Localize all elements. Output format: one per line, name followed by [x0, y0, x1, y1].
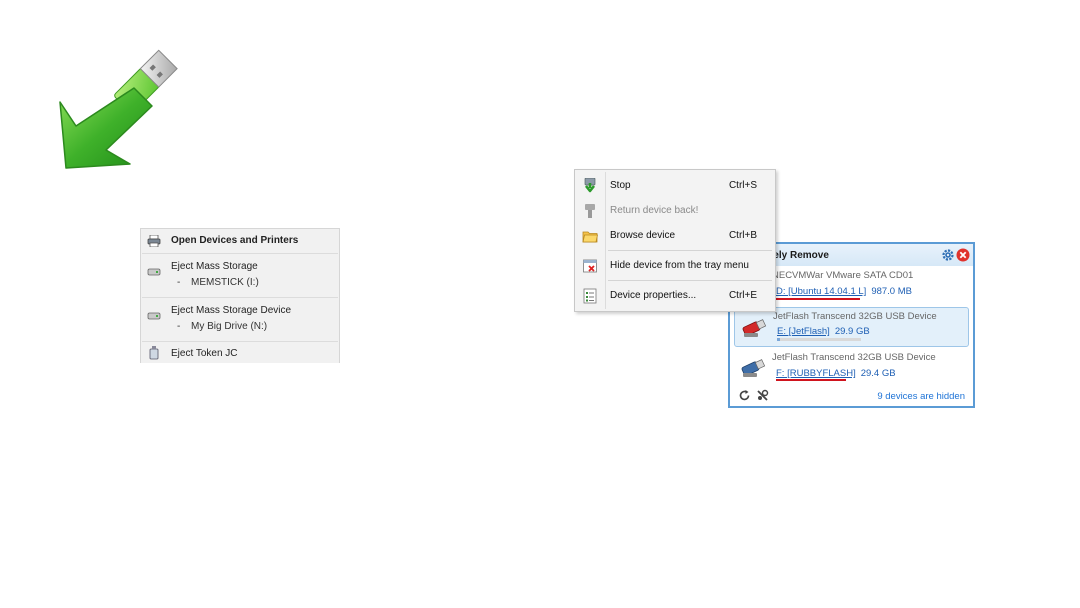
menu-item-device-properties[interactable]: Device properties... Ctrl+E [575, 286, 775, 306]
capacity-bar [777, 338, 861, 341]
menu-item-hide-device[interactable]: Hide device from the tray menu [575, 256, 775, 276]
dash-text: - [177, 321, 181, 332]
drive-icon [147, 312, 161, 320]
underline-mark [776, 379, 846, 381]
return-device-icon [585, 204, 595, 218]
tools-icon[interactable] [756, 389, 769, 402]
volume-name: My Big Drive (N:) [191, 321, 268, 332]
folder-icon [582, 231, 598, 243]
menu-item-label: Browse device [610, 230, 676, 241]
dash-text: - [177, 277, 181, 288]
printer-icon [147, 235, 161, 247]
eject-menu: Open Devices and Printers Eject Mass Sto… [140, 228, 340, 363]
menu-item-browse-device[interactable]: Browse device Ctrl+B [575, 226, 775, 246]
menu-item-label: Stop [610, 180, 631, 191]
menu-item-sublabel: - MEMSTICK (I:) [171, 272, 339, 288]
underline-mark [776, 298, 860, 300]
usb-flash-blue-icon [741, 359, 766, 377]
panel-footer: 9 devices are hidden [730, 386, 973, 406]
usb-arrow-logo-icon [59, 49, 178, 169]
menu-item-return-device[interactable]: Return device back! [575, 201, 775, 221]
volume-size: 29.9 GB [834, 326, 870, 337]
menu-item-label: Open Devices and Printers [171, 235, 299, 246]
menu-item-shortcut: Ctrl+S [728, 180, 757, 191]
properties-icon [583, 288, 597, 304]
usb-flash-red-icon [742, 319, 767, 337]
device-volume: D: [Ubuntu 14.04.1 L] 987.0 MB [776, 286, 912, 297]
menu-item-stop[interactable]: Stop Ctrl+S [575, 176, 775, 196]
device-volume: E: [JetFlash] 29.9 GB [777, 326, 870, 337]
volume-link[interactable]: E: [JetFlash] [777, 326, 830, 337]
menu-item-label: Return device back! [610, 205, 699, 216]
volume-size: 29.4 GB [860, 368, 896, 379]
volume-link[interactable]: D: [Ubuntu 14.04.1 L] [776, 286, 866, 297]
separator [608, 280, 772, 281]
token-icon [149, 346, 159, 360]
menu-item-sublabel: - My Big Drive (N:) [171, 316, 339, 332]
device-name: JetFlash Transcend 32GB USB Device [772, 352, 936, 363]
menu-item-open-devices[interactable]: Open Devices and Printers [141, 229, 339, 253]
menu-item-shortcut: Ctrl+E [728, 290, 757, 301]
device-item[interactable]: JetFlash Transcend 32GB USB Device F: [R… [734, 350, 969, 388]
volume-name: MEMSTICK (I:) [191, 277, 259, 288]
device-item[interactable]: JetFlash Transcend 32GB USB Device E: [J… [734, 307, 969, 347]
menu-item-label: Eject Mass Storage [171, 261, 258, 272]
gear-icon[interactable] [941, 248, 955, 262]
device-name: JetFlash Transcend 32GB USB Device [773, 311, 937, 322]
separator [608, 250, 772, 251]
close-icon[interactable] [956, 248, 970, 262]
hidden-devices-link[interactable]: 9 devices are hidden [877, 391, 965, 402]
refresh-icon[interactable] [738, 389, 751, 402]
menu-item-label: Eject Token JC [171, 348, 238, 359]
menu-item-label: Eject Mass Storage Device [171, 305, 292, 316]
panel-title: fely Remove [770, 250, 829, 261]
volume-size: 987.0 MB [871, 286, 912, 297]
device-context-menu: Stop Ctrl+S Return device back! Browse d… [574, 169, 776, 312]
hide-device-icon [583, 259, 597, 273]
menu-item-eject-mass-storage-device[interactable]: Eject Mass Storage Device - My Big Drive … [141, 298, 339, 341]
device-volume: F: [RUBBYFLASH] 29.4 GB [776, 368, 896, 379]
menu-item-label: Hide device from the tray menu [610, 260, 749, 271]
menu-item-shortcut: Ctrl+B [728, 230, 757, 241]
menu-item-label: Device properties... [610, 290, 697, 301]
menu-item-eject-token[interactable]: Eject Token JC [141, 342, 339, 364]
volume-link[interactable]: F: [RUBBYFLASH] [776, 368, 856, 379]
device-name: NECVMWar VMware SATA CD01 [772, 270, 914, 281]
menu-item-eject-mass-storage[interactable]: Eject Mass Storage - MEMSTICK (I:) [141, 254, 339, 297]
stop-device-icon [584, 178, 596, 193]
drive-icon [147, 268, 161, 276]
